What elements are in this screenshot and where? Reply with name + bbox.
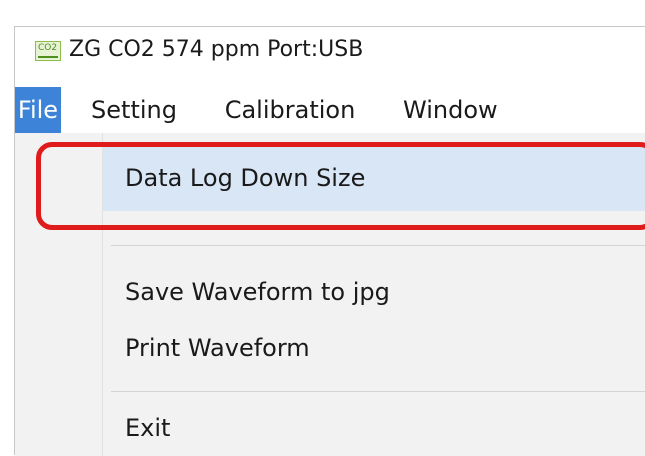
menu-window[interactable]: Window [389, 87, 645, 133]
menu-separator [111, 245, 645, 246]
app-icon-bar [38, 56, 58, 58]
app-icon-label: CO2 [38, 43, 58, 53]
annotation-highlight-box [36, 142, 645, 230]
menu-bar: File Setting Calibration Window [15, 87, 645, 133]
app-window: CO2 ZG CO2 574 ppm Port:USB File Setting… [14, 26, 645, 456]
menu-item-print-waveform[interactable]: Print Waveform [125, 333, 310, 363]
window-title: ZG CO2 574 ppm Port:USB [69, 37, 364, 62]
menu-file[interactable]: File [15, 87, 61, 133]
menu-item-save-waveform-jpg[interactable]: Save Waveform to jpg [125, 277, 390, 307]
menu-setting[interactable]: Setting [79, 87, 189, 133]
menu-separator [111, 391, 645, 392]
menu-calibration[interactable]: Calibration [205, 87, 375, 133]
menu-item-exit[interactable]: Exit [125, 413, 170, 443]
co2-app-icon: CO2 [35, 41, 61, 61]
title-bar[interactable]: CO2 ZG CO2 574 ppm Port:USB [15, 27, 645, 87]
